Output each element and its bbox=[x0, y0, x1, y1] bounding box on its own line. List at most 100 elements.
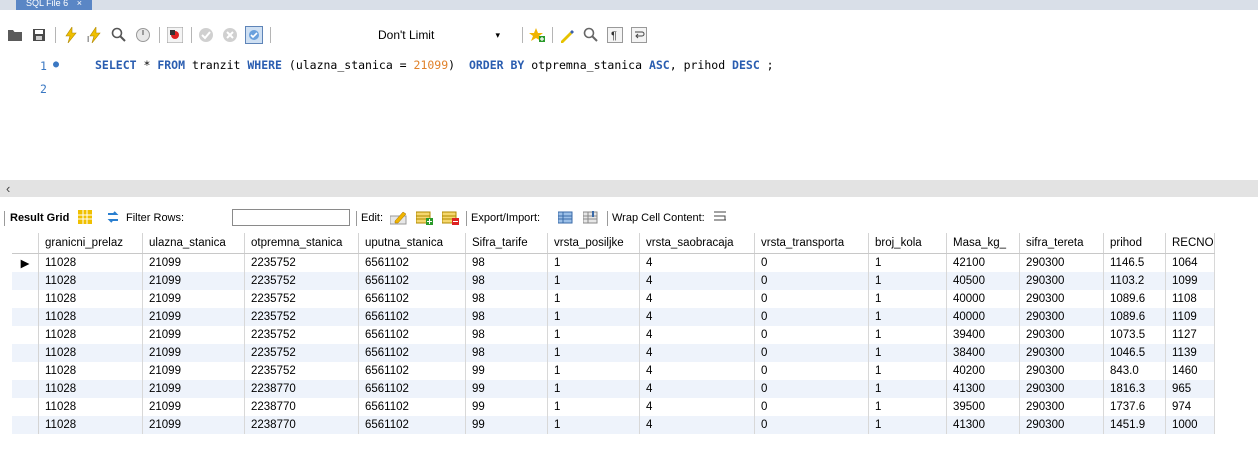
table-cell[interactable]: 1089.6 bbox=[1103, 308, 1166, 326]
table-cell[interactable]: 6561102 bbox=[358, 272, 466, 290]
row-indicator[interactable] bbox=[12, 416, 39, 434]
table-cell[interactable]: 11028 bbox=[38, 344, 143, 362]
table-cell[interactable]: 11028 bbox=[38, 380, 143, 398]
table-cell[interactable]: 1 bbox=[868, 253, 947, 272]
editor-horizontal-scrollbar[interactable]: ‹ bbox=[0, 180, 1258, 197]
table-cell[interactable]: 21099 bbox=[142, 416, 245, 434]
table-cell[interactable]: 290300 bbox=[1019, 416, 1104, 434]
row-indicator-header[interactable] bbox=[12, 233, 39, 254]
table-cell[interactable]: 1139 bbox=[1165, 344, 1215, 362]
table-cell[interactable]: 98 bbox=[465, 290, 548, 308]
table-cell[interactable]: 21099 bbox=[142, 344, 245, 362]
table-cell[interactable]: 290300 bbox=[1019, 253, 1104, 272]
table-cell[interactable]: 1 bbox=[547, 398, 640, 416]
table-cell[interactable]: 98 bbox=[465, 272, 548, 290]
table-cell[interactable]: 1000 bbox=[1165, 416, 1215, 434]
table-cell[interactable]: 1064 bbox=[1165, 253, 1215, 272]
sql-editor[interactable]: 1 ● 2 SELECT * FROM tranzit WHERE (ulazn… bbox=[0, 58, 1258, 178]
autocommit-icon[interactable] bbox=[245, 26, 263, 44]
column-header-otpremna-stanica[interactable]: otpremna_stanica bbox=[244, 233, 359, 254]
table-cell[interactable]: 290300 bbox=[1019, 272, 1104, 290]
table-cell[interactable]: 290300 bbox=[1019, 344, 1104, 362]
column-header-sifra-tereta[interactable]: sifra_tereta bbox=[1019, 233, 1104, 254]
table-cell[interactable]: 0 bbox=[754, 362, 869, 380]
table-cell[interactable]: 2235752 bbox=[244, 272, 359, 290]
table-cell[interactable]: 11028 bbox=[38, 308, 143, 326]
table-cell[interactable]: 1 bbox=[868, 416, 947, 434]
beautify-icon[interactable] bbox=[558, 26, 576, 44]
table-cell[interactable]: 290300 bbox=[1019, 308, 1104, 326]
table-cell[interactable]: 40200 bbox=[946, 362, 1020, 380]
table-cell[interactable]: 11028 bbox=[38, 326, 143, 344]
table-cell[interactable]: 6561102 bbox=[358, 416, 466, 434]
table-row[interactable]: 11028 21099 2235752 6561102 98 1 4 0 1 39400 29030… bbox=[12, 326, 1215, 344]
table-cell[interactable]: 974 bbox=[1165, 398, 1215, 416]
table-cell[interactable]: 1103.2 bbox=[1103, 272, 1166, 290]
table-cell[interactable]: 6561102 bbox=[358, 362, 466, 380]
stop-icon[interactable] bbox=[134, 26, 152, 44]
execute-selection-icon[interactable]: I bbox=[86, 26, 104, 44]
column-header-masa-kg[interactable]: Masa_kg_ bbox=[946, 233, 1020, 254]
table-cell[interactable]: 1 bbox=[868, 398, 947, 416]
table-cell[interactable]: 1108 bbox=[1165, 290, 1215, 308]
commit-icon[interactable] bbox=[197, 26, 215, 44]
table-row[interactable]: 11028 21099 2235752 6561102 98 1 4 0 1 40500 29030… bbox=[12, 272, 1215, 290]
table-row[interactable]: 11028 21099 2235752 6561102 99 1 4 0 1 40200 29030… bbox=[12, 362, 1215, 380]
tab-close-icon[interactable]: × bbox=[77, 0, 82, 8]
table-cell[interactable]: 21099 bbox=[142, 326, 245, 344]
table-cell[interactable]: 21099 bbox=[142, 380, 245, 398]
table-cell[interactable]: 4 bbox=[639, 272, 755, 290]
save-icon[interactable] bbox=[30, 26, 48, 44]
table-cell[interactable]: 11028 bbox=[38, 398, 143, 416]
table-cell[interactable]: 1 bbox=[868, 362, 947, 380]
table-cell[interactable]: 1 bbox=[547, 362, 640, 380]
table-cell[interactable]: 6561102 bbox=[358, 344, 466, 362]
table-cell[interactable]: 41300 bbox=[946, 380, 1020, 398]
rollback-icon[interactable] bbox=[221, 26, 239, 44]
table-cell[interactable]: 1 bbox=[868, 326, 947, 344]
column-header-vrsta-transporta[interactable]: vrsta_transporta bbox=[754, 233, 869, 254]
table-cell[interactable]: 1451.9 bbox=[1103, 416, 1166, 434]
table-cell[interactable]: 0 bbox=[754, 253, 869, 272]
table-cell[interactable]: 6561102 bbox=[358, 308, 466, 326]
table-cell[interactable]: 0 bbox=[754, 272, 869, 290]
table-cell[interactable]: 1460 bbox=[1165, 362, 1215, 380]
explain-icon[interactable] bbox=[110, 26, 128, 44]
table-cell[interactable]: 39500 bbox=[946, 398, 1020, 416]
table-cell[interactable]: 290300 bbox=[1019, 398, 1104, 416]
table-cell[interactable]: 965 bbox=[1165, 380, 1215, 398]
table-cell[interactable]: 2238770 bbox=[244, 398, 359, 416]
table-cell[interactable]: 99 bbox=[465, 362, 548, 380]
table-cell[interactable]: 98 bbox=[465, 253, 548, 272]
table-cell[interactable]: 1 bbox=[547, 272, 640, 290]
table-cell[interactable]: 1 bbox=[868, 344, 947, 362]
import-icon[interactable] bbox=[582, 210, 601, 230]
wrap-icon[interactable] bbox=[630, 26, 648, 44]
table-cell[interactable]: 21099 bbox=[142, 398, 245, 416]
table-row[interactable]: 11028 21099 2238770 6561102 99 1 4 0 1 41300 29030… bbox=[12, 380, 1215, 398]
table-cell[interactable]: 843.0 bbox=[1103, 362, 1166, 380]
table-cell[interactable]: 1 bbox=[868, 308, 947, 326]
table-cell[interactable]: 1 bbox=[868, 380, 947, 398]
table-cell[interactable]: 1737.6 bbox=[1103, 398, 1166, 416]
table-cell[interactable]: 21099 bbox=[142, 272, 245, 290]
table-cell[interactable]: 2235752 bbox=[244, 290, 359, 308]
column-header-vrsta-saobracaja[interactable]: vrsta_saobracaja bbox=[639, 233, 755, 254]
row-indicator[interactable] bbox=[12, 398, 39, 416]
table-cell[interactable]: 11028 bbox=[38, 362, 143, 380]
table-cell[interactable]: 1089.6 bbox=[1103, 290, 1166, 308]
table-cell[interactable]: 4 bbox=[639, 308, 755, 326]
table-cell[interactable]: 1816.3 bbox=[1103, 380, 1166, 398]
table-cell[interactable]: 1 bbox=[547, 308, 640, 326]
table-cell[interactable]: 1109 bbox=[1165, 308, 1215, 326]
table-cell[interactable]: 4 bbox=[639, 362, 755, 380]
table-cell[interactable]: 11028 bbox=[38, 272, 143, 290]
table-cell[interactable]: 21099 bbox=[142, 253, 245, 272]
table-cell[interactable]: 40500 bbox=[946, 272, 1020, 290]
table-cell[interactable]: 1073.5 bbox=[1103, 326, 1166, 344]
wrap-cell-icon[interactable] bbox=[713, 210, 727, 229]
export-icon[interactable] bbox=[557, 210, 576, 230]
table-cell[interactable]: 1046.5 bbox=[1103, 344, 1166, 362]
tab-sql-file[interactable]: SQL File 6 × bbox=[16, 0, 92, 10]
table-cell[interactable]: 1146.5 bbox=[1103, 253, 1166, 272]
